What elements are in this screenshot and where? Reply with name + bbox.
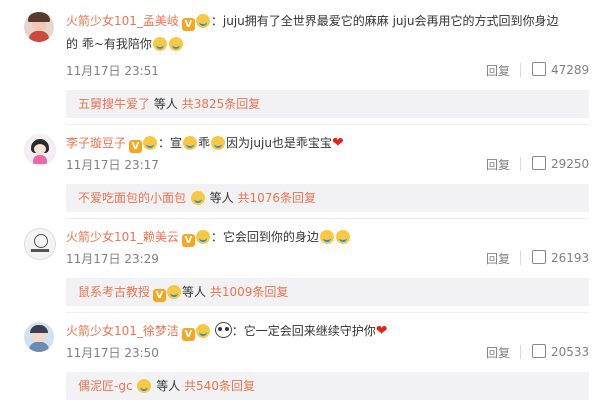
smile-emoji-icon xyxy=(152,37,167,51)
smile-emoji-icon xyxy=(319,230,334,244)
verified-badge-icon: V xyxy=(129,140,143,153)
username-link[interactable]: 火箭少女101_孟美岐 xyxy=(66,14,179,28)
sub-reply-etc: 等人 xyxy=(182,285,207,299)
smile-emoji-icon xyxy=(137,379,152,393)
comment-text: 因为juju也是乖宝宝 xyxy=(226,136,332,150)
thumb-up-icon xyxy=(532,250,546,264)
comment-text-continued: 的 乖~有我陪你 xyxy=(66,35,184,53)
comment-body: 李子璇豆子 V ：宣 乖 因为juju也是乖宝宝❤ xyxy=(66,134,344,153)
smile-emoji-icon xyxy=(167,285,182,299)
reply-button[interactable]: 回复 xyxy=(486,156,510,173)
sub-reply-user[interactable]: 不爱吃面包的小面包 xyxy=(78,191,186,205)
sub-reply-summary[interactable]: 五舅搜牛爱了 等人 共3825条回复 xyxy=(66,90,589,118)
comment-body: 火箭少女101_孟美岐 V ：juju拥有了全世界最爱它的麻麻 juju会再用它的方… xyxy=(66,12,558,31)
divider xyxy=(520,157,521,171)
comment-text: 乖 xyxy=(198,136,211,150)
comment-text: ：它一定会回来继续守护你 xyxy=(231,324,376,338)
sub-reply-count[interactable]: 共3825条回复 xyxy=(182,97,261,111)
divider xyxy=(520,251,521,265)
thumb-up-icon xyxy=(532,62,546,76)
thumb-up-icon xyxy=(532,156,546,170)
sub-reply-count[interactable]: 共540条回复 xyxy=(184,379,255,393)
sub-reply-count[interactable]: 共1076条回复 xyxy=(238,191,317,205)
sub-reply-count[interactable]: 共1009条回复 xyxy=(210,285,289,299)
like-count: 47289 xyxy=(551,63,590,77)
comment-text: 的 乖~有我陪你 xyxy=(66,37,152,51)
smile-emoji-icon xyxy=(190,191,205,205)
panda-icon xyxy=(214,322,232,338)
sub-reply-summary[interactable]: 不爱吃面包的小面包 等人 共1076条回复 xyxy=(66,184,589,212)
like-count: 26193 xyxy=(551,251,590,265)
smile-emoji-icon xyxy=(195,14,210,28)
comment-time: 11月17日 23:29 xyxy=(66,252,159,266)
verified-badge-icon: V xyxy=(181,234,195,247)
like-button[interactable]: 26193 xyxy=(532,250,589,265)
sub-reply-user[interactable]: 偶泥匠-gc xyxy=(78,379,133,393)
reply-button[interactable]: 回复 xyxy=(486,250,510,267)
comment-body: 火箭少女101_赖美云 V ：它会回到你的身边 xyxy=(66,228,351,247)
like-button[interactable]: 20533 xyxy=(532,344,589,359)
smile-emoji-icon xyxy=(335,230,350,244)
smile-emoji-icon xyxy=(211,136,226,150)
smile-emoji-icon xyxy=(143,136,158,150)
heart-icon: ❤ xyxy=(331,135,344,151)
divider xyxy=(66,124,589,125)
divider xyxy=(520,345,521,359)
like-count: 20533 xyxy=(551,345,590,359)
avatar[interactable] xyxy=(24,12,54,42)
sub-reply-summary[interactable]: 偶泥匠-gc 等人 共540条回复 xyxy=(66,372,589,400)
username-link[interactable]: 火箭少女101_赖美云 xyxy=(66,230,179,244)
divider xyxy=(66,218,589,219)
verified-badge-icon: V xyxy=(153,289,167,302)
comment-time: 11月17日 23:50 xyxy=(66,346,159,360)
smile-emoji-icon xyxy=(195,324,210,338)
comment-time: 11月17日 23:17 xyxy=(66,158,159,172)
divider xyxy=(66,312,589,313)
verified-badge-icon: V xyxy=(181,18,195,31)
comment-time: 11月17日 23:51 xyxy=(66,64,159,78)
avatar[interactable] xyxy=(24,134,56,166)
heart-icon: ❤ xyxy=(375,323,388,339)
sub-reply-user[interactable]: 五舅搜牛爱了 xyxy=(78,97,150,111)
comment-text: ：它会回到你的身边 xyxy=(210,230,319,244)
sub-reply-user[interactable]: 鼠系考古教授 xyxy=(78,285,150,299)
divider xyxy=(520,63,521,77)
sub-reply-summary[interactable]: 鼠系考古教授 V 等人 共1009条回复 xyxy=(66,278,589,306)
reply-button[interactable]: 回复 xyxy=(486,344,510,361)
sub-reply-etc: 等人 xyxy=(153,97,178,111)
like-button[interactable]: 29250 xyxy=(532,156,589,171)
smile-emoji-icon xyxy=(168,37,183,51)
smile-emoji-icon xyxy=(195,230,210,244)
like-count: 29250 xyxy=(551,157,590,171)
sub-reply-etc: 等人 xyxy=(209,191,234,205)
reply-button[interactable]: 回复 xyxy=(486,62,510,79)
comment-text: ：juju拥有了全世界最爱它的麻麻 juju会再用它的方式回到你身边 xyxy=(210,14,559,28)
username-link[interactable]: 李子璇豆子 xyxy=(66,136,126,150)
comment-text: ：宣 xyxy=(158,136,183,150)
avatar[interactable] xyxy=(24,228,56,260)
sub-reply-etc: 等人 xyxy=(156,379,181,393)
avatar[interactable] xyxy=(24,322,54,352)
like-button[interactable]: 47289 xyxy=(532,62,589,77)
smile-emoji-icon xyxy=(183,136,198,150)
verified-badge-icon: V xyxy=(181,328,195,341)
username-link[interactable]: 火箭少女101_徐梦洁 xyxy=(66,324,179,338)
comment-body: 火箭少女101_徐梦洁 V ：它一定会回来继续守护你❤ xyxy=(66,322,387,341)
thumb-up-icon xyxy=(532,344,546,358)
